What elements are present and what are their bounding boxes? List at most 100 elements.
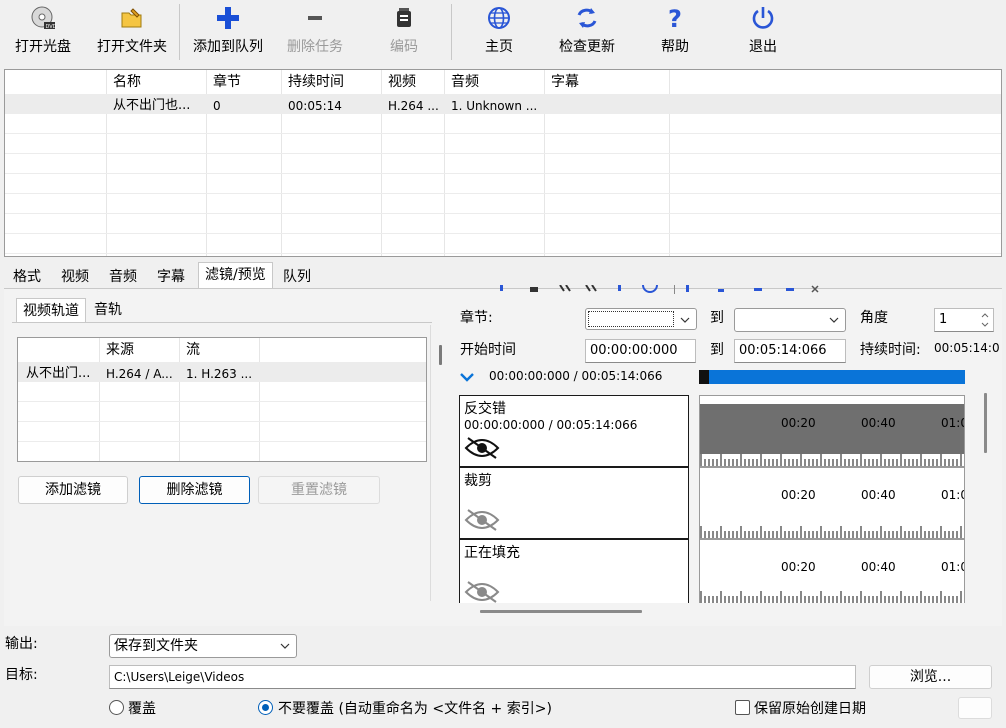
- subtab-audio-track[interactable]: 音轨: [88, 298, 128, 322]
- splitter-handle[interactable]: [439, 345, 442, 365]
- eye-hidden-icon[interactable]: [464, 508, 500, 532]
- dvd-disc-icon: DVD: [29, 4, 57, 32]
- add-to-queue-button[interactable]: 添加到队列: [188, 4, 268, 60]
- open-folder-button[interactable]: 打开文件夹: [92, 4, 172, 60]
- vertical-scrollbar[interactable]: [984, 393, 987, 453]
- tab-subtitle[interactable]: 字幕: [150, 264, 192, 288]
- filter-title: 反交错: [464, 401, 506, 417]
- remove-filter-button[interactable]: 删除滤镜: [139, 476, 250, 504]
- remove-job-label: 删除任务: [287, 39, 343, 55]
- col-header-duration[interactable]: 持续时间: [282, 70, 382, 94]
- start-time-input[interactable]: 00:00:00:000: [585, 339, 696, 363]
- table-row-empty: [18, 402, 426, 422]
- table-row-empty: [5, 174, 1001, 194]
- overwrite-label: 覆盖: [128, 701, 156, 717]
- eye-hidden-icon[interactable]: [464, 580, 500, 604]
- spin-arrows-icon[interactable]: [979, 310, 991, 330]
- table-row-empty: [18, 422, 426, 442]
- col-header-stream[interactable]: 流: [180, 338, 260, 362]
- question-icon: ?: [661, 4, 689, 32]
- toolbar-divider: [179, 4, 180, 60]
- col-header-video[interactable]: 视频: [382, 70, 445, 94]
- table-row-empty: [18, 442, 426, 461]
- help-button[interactable]: ? 帮助: [655, 4, 695, 60]
- filter-active-range[interactable]: [700, 404, 964, 454]
- home-label: 主页: [485, 39, 513, 55]
- browse-button[interactable]: 浏览...: [869, 665, 992, 689]
- timeline-tick-label: 00:40: [861, 416, 896, 430]
- tab-audio[interactable]: 音频: [102, 264, 144, 288]
- col-header-chapter[interactable]: 章节: [207, 70, 282, 94]
- col-header-subtitle[interactable]: 字幕: [545, 70, 670, 94]
- col-header-name[interactable]: 名称: [107, 70, 207, 94]
- queue-grid[interactable]: 名称 章节 持续时间 视频 音频 字幕 从不出门也... 0 00:05:14 …: [4, 69, 1002, 257]
- output-label: 输出:: [5, 636, 38, 652]
- tab-queue[interactable]: 队列: [276, 264, 318, 288]
- chevron-down-icon: [680, 317, 690, 323]
- track-grid[interactable]: 来源 流 从不出门... H.264 / A... 1. H.263 ...: [17, 337, 427, 462]
- table-row-empty: [5, 154, 1001, 174]
- output-mode-dropdown[interactable]: 保存到文件夹: [109, 634, 297, 658]
- filter-row-deinterlace[interactable]: 反交错 00:00:00:000 / 00:05:14:066: [459, 395, 689, 467]
- table-row-empty: [18, 382, 426, 402]
- add-to-queue-label: 添加到队列: [193, 39, 263, 55]
- horizontal-scrollbar[interactable]: [480, 610, 642, 613]
- timeline-ruler: [700, 526, 962, 538]
- no-overwrite-radio[interactable]: [258, 700, 273, 715]
- progress-thumb[interactable]: [699, 370, 709, 384]
- encode-button[interactable]: 编码: [384, 4, 424, 60]
- chapter-from-dropdown[interactable]: [585, 308, 697, 330]
- no-overwrite-label: 不要覆盖 (自动重命名为 <文件名 + 索引>): [278, 701, 552, 717]
- tab-video[interactable]: 视频: [54, 264, 96, 288]
- add-filter-button[interactable]: 添加滤镜: [18, 476, 128, 504]
- overwrite-radio[interactable]: [109, 700, 124, 715]
- filter-row-crop[interactable]: 裁剪: [459, 467, 689, 539]
- table-row-empty: [5, 194, 1001, 214]
- filter-row-padding[interactable]: 正在填充: [459, 539, 689, 603]
- keep-date-label: 保留原始创建日期: [754, 701, 866, 717]
- filter-timeline-padding[interactable]: 00:20 00:40 01:0: [699, 539, 965, 603]
- check-update-label: 检查更新: [559, 39, 615, 55]
- cell-name: 从不出门也...: [113, 98, 191, 113]
- target-label: 目标:: [5, 667, 38, 683]
- reset-filter-button[interactable]: 重置滤镜: [258, 476, 380, 504]
- target-path-input[interactable]: C:\Users\Leige\Videos: [109, 665, 856, 689]
- remove-job-button[interactable]: 删除任务: [282, 4, 348, 60]
- subtab-video-track[interactable]: 视频轨道: [16, 298, 86, 322]
- timeline-ruler: [700, 591, 962, 603]
- extra-button[interactable]: [958, 697, 992, 719]
- table-row-empty: [5, 134, 1001, 154]
- preview-progress-bar[interactable]: [699, 370, 965, 384]
- duration-value: 00:05:14:066: [934, 341, 1000, 355]
- chevron-down-icon[interactable]: [459, 371, 475, 383]
- open-folder-label: 打开文件夹: [97, 39, 167, 55]
- subtab-divider: [12, 322, 432, 323]
- tab-filters-preview[interactable]: 滤镜/预览: [198, 262, 273, 289]
- timeline-tick-label: 00:40: [861, 560, 896, 574]
- filter-timeline-crop[interactable]: 00:20 00:40 01:0: [699, 467, 965, 539]
- col-header-source[interactable]: 来源: [100, 338, 180, 362]
- exit-button[interactable]: 退出: [743, 4, 783, 60]
- refresh-icon: [573, 4, 601, 32]
- open-disc-button[interactable]: DVD 打开光盘: [10, 4, 76, 60]
- table-row-empty: [5, 234, 1001, 254]
- eye-hidden-icon[interactable]: [464, 436, 500, 460]
- tab-format[interactable]: 格式: [6, 264, 48, 288]
- panel-divider: [430, 325, 431, 601]
- angle-stepper[interactable]: 1: [934, 308, 994, 332]
- chapter-to-dropdown[interactable]: [734, 308, 846, 332]
- focus-rect: [588, 311, 674, 327]
- end-time-input[interactable]: 00:05:14:066: [734, 339, 846, 363]
- filter-timeline-deinterlace[interactable]: 00:20 00:40 01:0: [699, 395, 965, 467]
- start-time-label: 开始时间: [460, 342, 516, 358]
- duration-label: 持续时间:: [860, 342, 921, 358]
- timeline-ruler: [700, 454, 962, 466]
- cell-chapter: 0: [213, 99, 221, 113]
- filter-range: 00:00:00:000 / 00:05:14:066: [464, 418, 638, 432]
- keep-date-checkbox[interactable]: [735, 700, 750, 715]
- home-button[interactable]: 主页: [479, 4, 519, 60]
- chapter-to-label: 到: [710, 310, 724, 326]
- svg-text:?: ?: [668, 5, 682, 31]
- check-update-button[interactable]: 检查更新: [552, 4, 622, 60]
- col-header-audio[interactable]: 音频: [445, 70, 545, 94]
